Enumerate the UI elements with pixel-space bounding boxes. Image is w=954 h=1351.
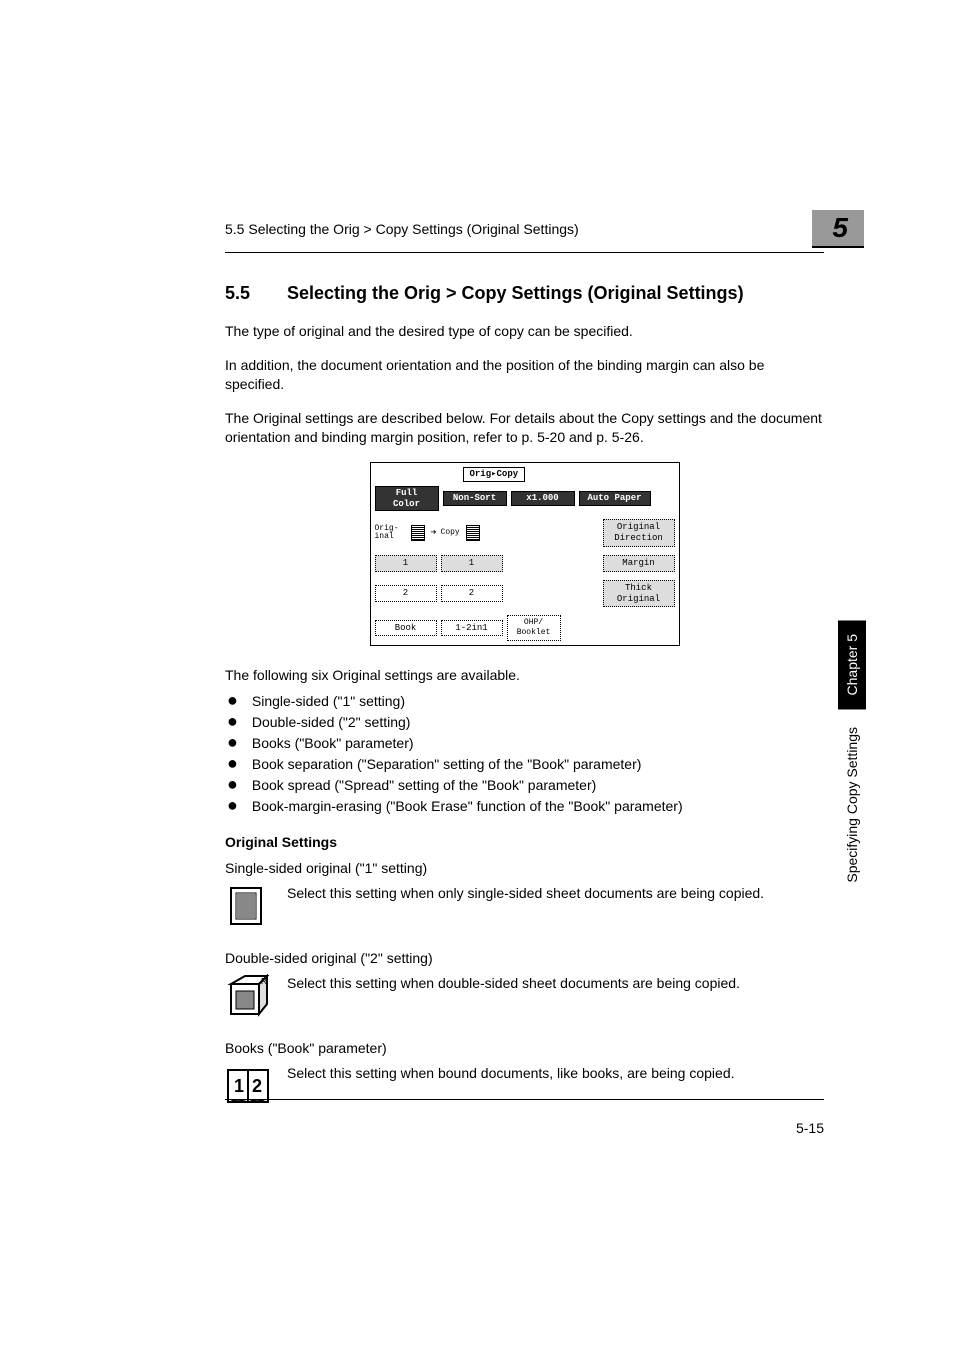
lcd-title: Orig▸Copy [463, 467, 526, 482]
chapter-number-badge: 5 [812, 210, 864, 248]
list-item-text: Double-sided ("2" setting) [252, 714, 411, 730]
lcd-two-a: 2 [375, 585, 437, 602]
setting-title: Books ("Book" parameter) [225, 1040, 824, 1056]
section-heading: 5.5 Selecting the Orig > Copy Settings (… [225, 283, 824, 304]
list-item-text: Book spread ("Spread" setting of the "Bo… [252, 777, 596, 793]
paragraph-1: The type of original and the desired typ… [225, 322, 824, 342]
bullet-list: ●Single-sided ("1" setting) ●Double-side… [225, 693, 824, 814]
lcd-original-label: Orig- inal [375, 525, 405, 541]
page-footer: 5-15 [225, 1099, 824, 1136]
double-sided-icon: R [225, 974, 271, 1018]
list-item: ●Double-sided ("2" setting) [225, 714, 824, 730]
setting-desc: Select this setting when only single-sid… [287, 884, 764, 904]
lcd-full-color: Full Color [375, 486, 439, 512]
setting-desc: Select this setting when bound documents… [287, 1064, 735, 1084]
list-item-text: Book separation ("Separation" setting of… [252, 756, 642, 772]
lcd-book: Book [375, 620, 437, 637]
lcd-screen: Orig▸Copy Full Color Non-Sort x1.000 Aut… [370, 462, 680, 646]
list-item-text: Books ("Book" parameter) [252, 735, 414, 751]
setting-title: Single-sided original ("1" setting) [225, 860, 824, 876]
lcd-zoom: x1.000 [511, 491, 575, 506]
original-settings-heading: Original Settings [225, 834, 824, 850]
list-item: ●Single-sided ("1" setting) [225, 693, 824, 709]
list-item-text: Book-margin-erasing ("Book Erase" functi… [252, 798, 683, 814]
lcd-margin: Margin [603, 555, 675, 572]
side-section-label: Specifying Copy Settings [844, 727, 860, 883]
arrow-icon: ➔ [431, 527, 437, 539]
single-sided-icon [225, 884, 271, 928]
page-icon [466, 525, 480, 541]
page-number: 5-15 [796, 1120, 824, 1136]
lcd-original-direction: Original Direction [603, 519, 675, 547]
lcd-one-a: 1 [375, 555, 437, 572]
list-item: ●Books ("Book" parameter) [225, 735, 824, 751]
paragraph-2: In addition, the document orientation an… [225, 356, 824, 395]
paragraph-3: The Original settings are described belo… [225, 409, 824, 448]
lcd-non-sort: Non-Sort [443, 491, 507, 506]
lcd-thick-original: Thick Original [603, 580, 675, 608]
section-title: Selecting the Orig > Copy Settings (Orig… [287, 283, 744, 304]
intro-list-text: The following six Original settings are … [225, 666, 824, 686]
svg-text:1: 1 [234, 1076, 244, 1096]
list-item: ●Book separation ("Separation" setting o… [225, 756, 824, 772]
page-header: 5.5 Selecting the Orig > Copy Settings (… [225, 210, 824, 253]
setting-title: Double-sided original ("2" setting) [225, 950, 824, 966]
running-title: 5.5 Selecting the Orig > Copy Settings (… [225, 221, 579, 237]
page-icon [411, 525, 425, 541]
svg-text:R: R [261, 977, 267, 986]
lcd-one-b: 1 [441, 555, 503, 572]
lcd-one-2in1: 1-2in1 [441, 620, 503, 637]
setting-desc: Select this setting when double-sided sh… [287, 974, 740, 994]
svg-text:2: 2 [252, 1076, 262, 1096]
lcd-copy-label: Copy [441, 529, 460, 537]
list-item-text: Single-sided ("1" setting) [252, 693, 405, 709]
setting-single-sided: Single-sided original ("1" setting) Sele… [225, 860, 824, 928]
setting-books: Books ("Book" parameter) 1 2 Select this… [225, 1040, 824, 1108]
side-tab: Chapter 5 Specifying Copy Settings [838, 620, 866, 883]
setting-double-sided: Double-sided original ("2" setting) R Se… [225, 950, 824, 1018]
lcd-ohp-booklet: OHP/ Booklet [507, 615, 561, 640]
list-item: ●Book-margin-erasing ("Book Erase" funct… [225, 798, 824, 814]
lcd-auto-paper: Auto Paper [579, 491, 651, 506]
lcd-two-b: 2 [441, 585, 503, 602]
section-number: 5.5 [225, 283, 261, 304]
list-item: ●Book spread ("Spread" setting of the "B… [225, 777, 824, 793]
side-chapter-label: Chapter 5 [838, 620, 866, 709]
